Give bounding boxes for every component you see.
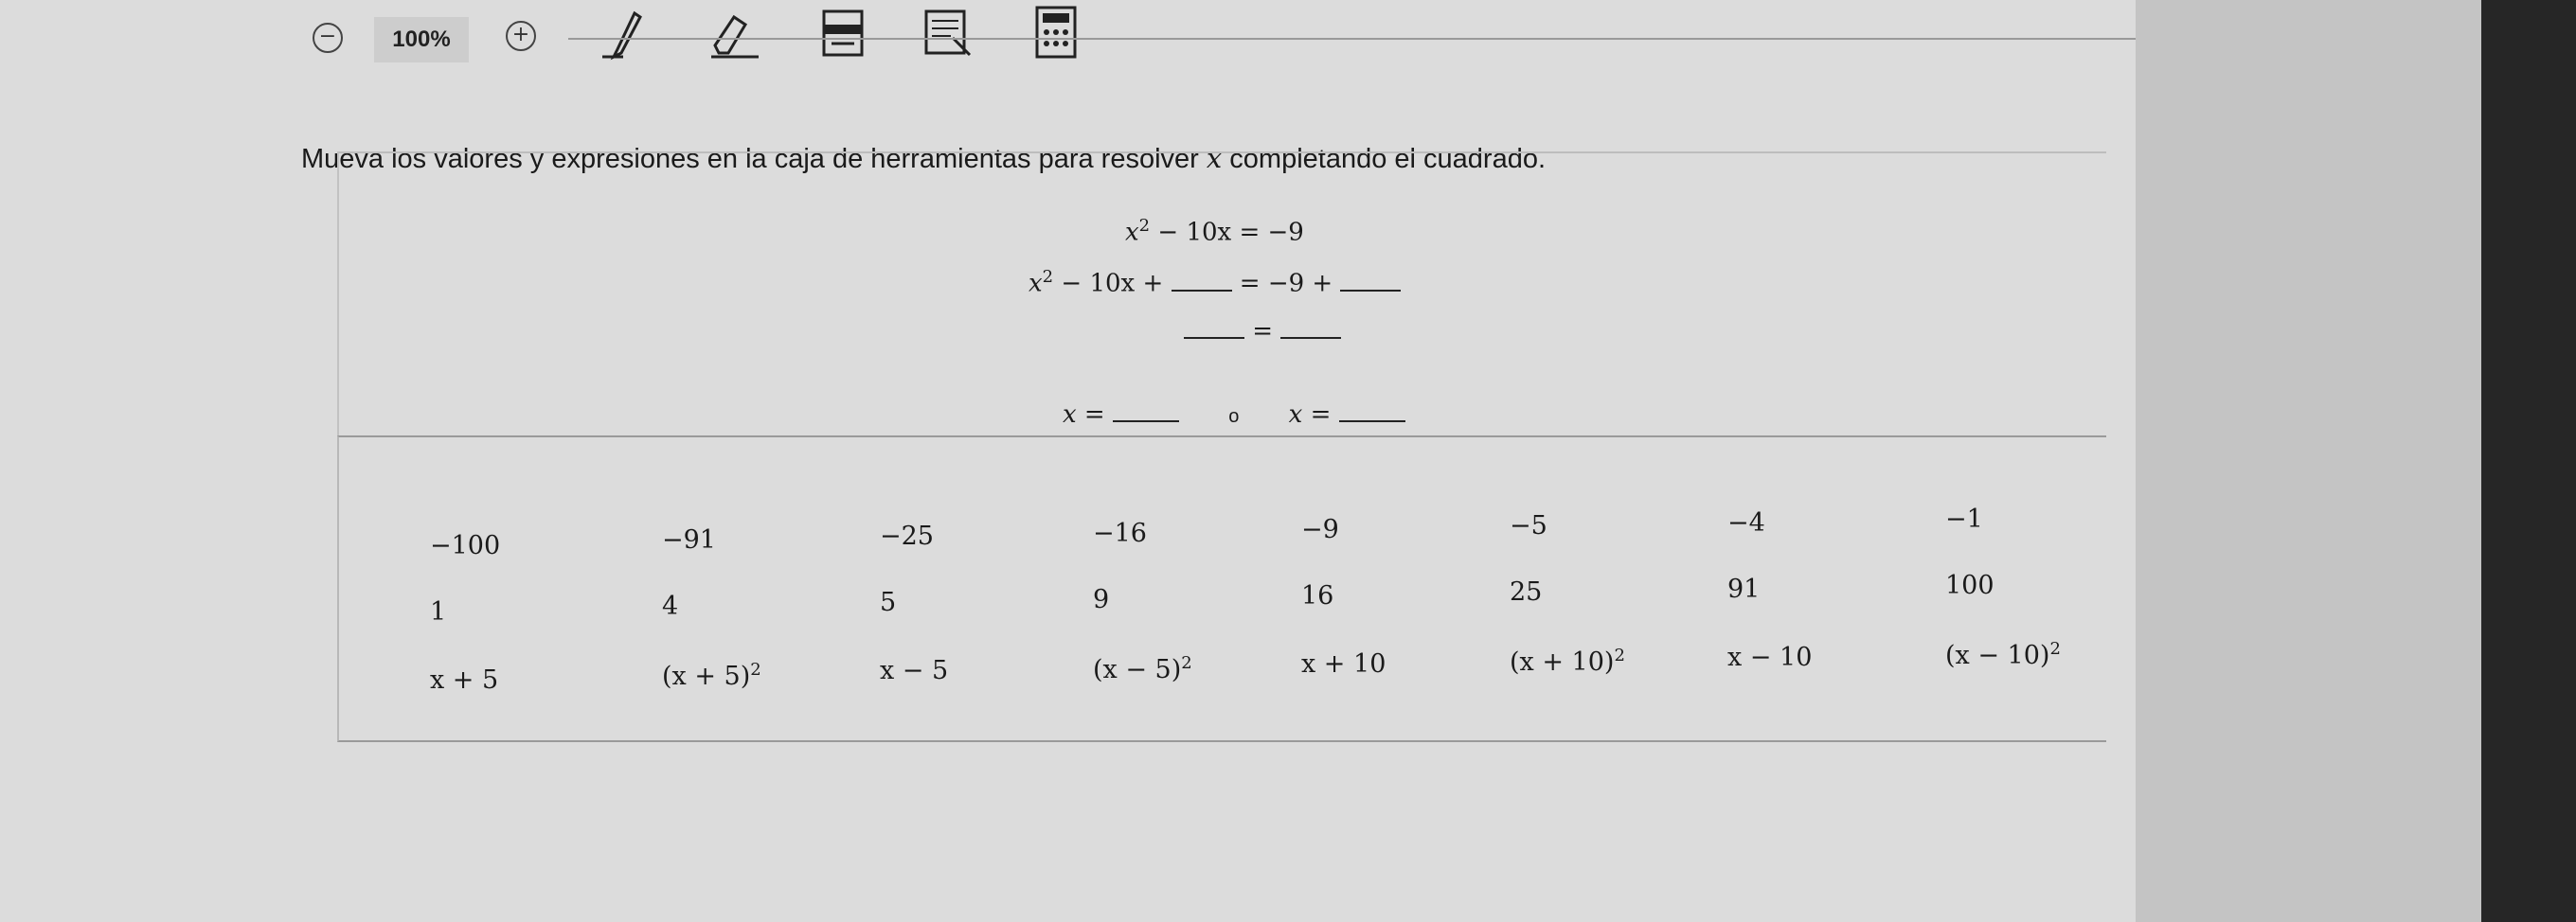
notes-icon[interactable] [919,4,975,61]
answer-tile[interactable]: 1 [424,595,452,629]
answer-tile[interactable]: x + 10 [1296,647,1391,681]
toolbar: − 100% + [0,0,2136,76]
answer-tile[interactable]: 5 [874,586,902,619]
answer-tile[interactable]: −4 [1722,506,1771,540]
answer-tile[interactable]: 25 [1504,576,1547,609]
reference-sheet-icon[interactable] [814,4,871,61]
drop-target-right-term[interactable] [1340,269,1402,292]
drop-target-solution-1[interactable] [1112,399,1179,422]
drop-target-solution-2[interactable] [1338,399,1405,422]
equation-line-3: = [1184,316,1342,346]
solution-line: x = o x = [1063,399,1405,429]
answer-tile[interactable]: (x − 10)2 [1940,637,2066,672]
equation-panel: x2 − 10x = −9 x2 − 10x + = −9 + = x = o … [337,151,2106,437]
zoom-level: 100% [374,17,469,62]
answer-tile[interactable]: (x + 5)2 [656,658,767,693]
answer-tile[interactable]: x + 5 [424,664,504,697]
screen-edge [2136,0,2481,922]
answer-tile[interactable]: −1 [1940,503,1989,536]
answer-tile[interactable]: x − 5 [874,654,954,687]
zoom-out-button[interactable]: − [313,23,343,53]
answer-tile[interactable]: −5 [1504,509,1553,542]
tool-box: −100 −91 −25 −16 −9 −5 −4 −1 1 4 5 9 16 25 91 100 x + 5 (… [337,435,2106,742]
answer-tile[interactable]: (x − 5)2 [1087,651,1198,686]
answer-tile[interactable]: 16 [1296,579,1339,612]
toolbar-divider [568,38,2136,40]
equation-line-1: x2 − 10x = −9 [1125,216,1304,247]
answer-tile[interactable]: −25 [874,520,939,553]
answer-tile[interactable]: 9 [1087,583,1115,616]
drop-target-squared-value[interactable] [1280,316,1342,339]
drop-target-left-term[interactable] [1171,269,1232,292]
monitor-bezel [2481,0,2576,922]
answer-tile[interactable]: −100 [424,529,506,562]
answer-tile[interactable]: 100 [1940,569,2000,602]
eraser-icon[interactable] [706,4,762,61]
answer-tile[interactable]: −16 [1087,517,1153,550]
answer-tile[interactable]: −9 [1296,513,1345,546]
pencil-icon[interactable] [597,4,653,61]
screen: − 100% + Mueva los valores y expresiones… [0,0,2136,922]
answer-tile[interactable]: −91 [656,523,722,557]
calculator-icon[interactable] [1028,4,1084,61]
drop-target-squared-binomial[interactable] [1184,316,1244,339]
equation-line-2: x2 − 10x + = −9 + [1029,267,1402,298]
answer-tile[interactable]: (x + 10)2 [1504,644,1631,679]
answer-tile[interactable]: 91 [1722,573,1765,606]
answer-tile[interactable]: 4 [656,590,684,623]
answer-tile[interactable]: x − 10 [1722,641,1817,674]
zoom-in-button[interactable]: + [506,21,536,51]
